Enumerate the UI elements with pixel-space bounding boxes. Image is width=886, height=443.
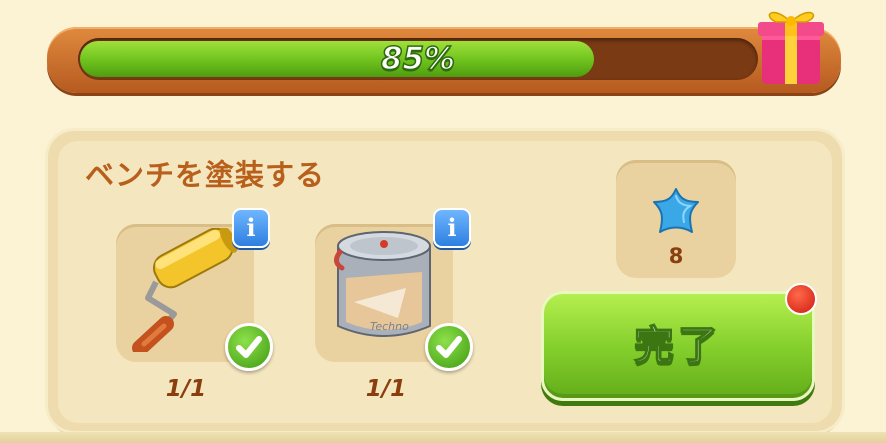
check-icon-roller [225, 323, 273, 371]
task-title: ベンチを塗装する [85, 158, 326, 192]
info-button-can[interactable]: i [433, 208, 471, 248]
notification-dot [785, 283, 817, 315]
bottom-edge [0, 432, 886, 443]
complete-button-label: 完了 [633, 322, 722, 370]
blue-star-icon [653, 188, 699, 233]
progress-percent-label: 85% [380, 40, 456, 78]
checkmark-icon [436, 336, 462, 358]
checkmark-icon [236, 336, 262, 358]
paint-can-icon: Techno [334, 231, 431, 337]
requirement-count-can: 1/1 [365, 376, 407, 402]
info-button-roller[interactable]: i [232, 208, 270, 248]
paint-roller-icon [132, 228, 238, 352]
requirement-count-roller: 1/1 [165, 376, 207, 402]
gift-icon[interactable] [752, 0, 832, 90]
svg-text:Techno: Techno [370, 320, 409, 333]
check-icon-can [425, 323, 473, 371]
reward-amount: 8 [668, 244, 684, 268]
